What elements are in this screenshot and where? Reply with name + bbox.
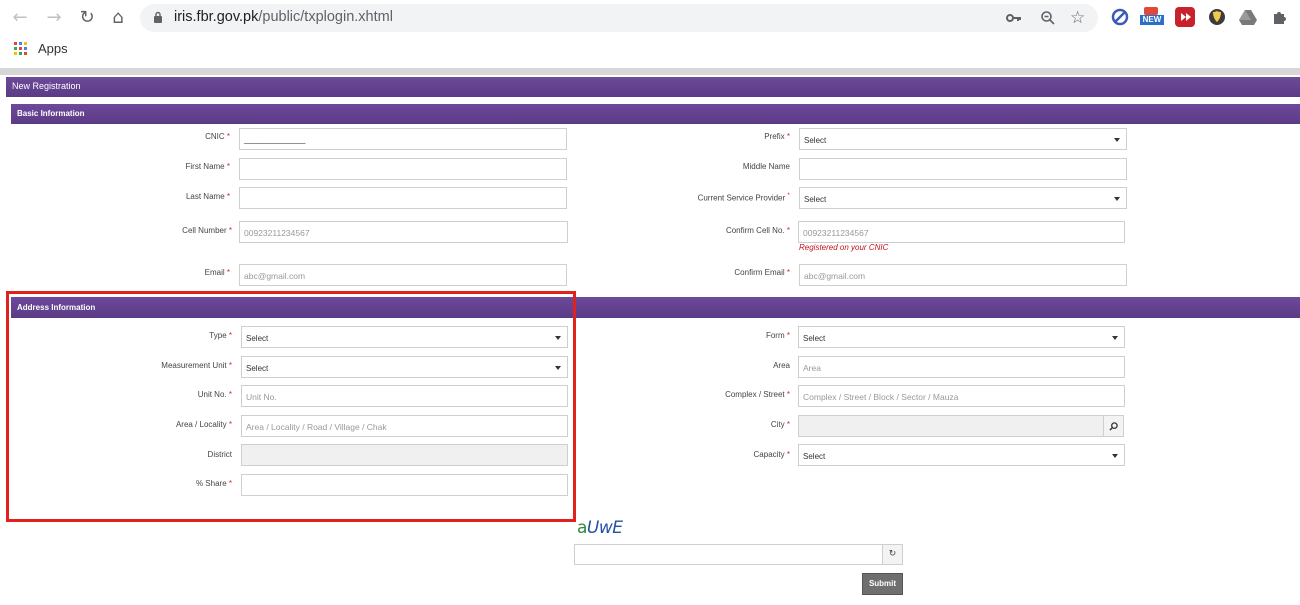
home-icon[interactable]: ⌂ (106, 6, 130, 30)
captcha-input[interactable] (574, 544, 883, 565)
prefix-select[interactable]: Select (799, 128, 1127, 150)
browser-chrome: ← → ↻ ⌂ iris.fbr.gov.pk/public/txplogin.… (0, 0, 1300, 68)
form-select[interactable]: Select (798, 326, 1125, 348)
chevron-down-icon (1112, 336, 1118, 340)
key-icon[interactable] (1006, 11, 1022, 30)
new-badge: NEW (1140, 15, 1164, 25)
service-provider-select[interactable]: Select (799, 187, 1127, 209)
apps-grid-icon (14, 42, 28, 61)
last-name-label: Last Name * (185, 192, 230, 201)
form-label: Form * (765, 331, 790, 340)
cnic-input[interactable]: _____________ (239, 128, 567, 150)
cnic-label: CNIC * (205, 132, 230, 141)
first-name-label: First Name * (185, 162, 230, 171)
chevron-down-icon (1114, 138, 1120, 142)
arrow-right-icon[interactable]: → (42, 6, 66, 30)
address-bar[interactable]: iris.fbr.gov.pk/public/txplogin.xhtml ☆ (140, 4, 1098, 32)
area-input[interactable]: Area (798, 356, 1125, 378)
city-search-button[interactable] (1103, 415, 1124, 437)
submit-button[interactable]: Submit (862, 573, 903, 595)
chrome-divider (0, 68, 1300, 75)
media-extension-icon[interactable] (1175, 7, 1195, 27)
confirm-cell-input[interactable]: 00923211234567 (798, 221, 1125, 243)
star-icon[interactable]: ☆ (1070, 8, 1085, 28)
capacity-select[interactable]: Select (798, 444, 1125, 466)
chevron-down-icon (1112, 454, 1118, 458)
confirm-cell-label: Confirm Cell No. * (725, 226, 790, 235)
cell-number-label: Cell Number * (182, 226, 232, 235)
captcha-refresh-button[interactable]: ↻ (882, 544, 903, 565)
url-domain: iris.fbr.gov.pk (174, 9, 259, 25)
service-provider-label: Current Service Provider * (697, 192, 790, 203)
refresh-icon: ↻ (888, 549, 897, 559)
city-label: City * (770, 420, 790, 429)
page-title-bar: New Registration (6, 77, 1300, 97)
basic-section-bar: Basic Information (11, 104, 1300, 124)
captcha-image: aUwE (577, 518, 623, 538)
zoom-out-icon[interactable] (1040, 10, 1056, 31)
search-icon (1109, 422, 1118, 431)
drive-extension-icon[interactable] (1238, 7, 1258, 27)
city-input[interactable] (798, 415, 1104, 437)
shield-extension-icon[interactable] (1207, 7, 1227, 27)
cnic-mask: _____________ (244, 134, 306, 144)
url-path: /public/txplogin.xhtml (258, 9, 393, 25)
email-label: Email * (204, 268, 230, 277)
puzzle-icon[interactable] (1270, 7, 1290, 27)
page-title: New Registration (12, 81, 81, 91)
middle-name-label: Middle Name (742, 162, 790, 171)
middle-name-input[interactable] (799, 158, 1127, 180)
last-name-input[interactable] (239, 187, 567, 209)
complex-street-label: Complex / Street * (725, 390, 790, 399)
confirm-email-label: Confirm Email * (734, 268, 790, 277)
url-text: iris.fbr.gov.pk/public/txplogin.xhtml (174, 9, 393, 25)
captcha-text: aUwE (577, 518, 623, 538)
confirm-email-input[interactable]: abc@gmail.com (799, 264, 1127, 286)
first-name-input[interactable] (239, 158, 567, 180)
reload-icon[interactable]: ↻ (75, 6, 99, 30)
complex-street-input[interactable]: Complex / Street / Block / Sector / Mauz… (798, 385, 1125, 407)
apps-label: Apps (38, 41, 68, 56)
area-label: Area (773, 361, 790, 370)
submit-label: Submit (868, 579, 897, 588)
email-input[interactable]: abc@gmail.com (239, 264, 567, 286)
basic-section-title: Basic Information (17, 109, 85, 118)
lock-icon[interactable] (153, 11, 163, 23)
prefix-label: Prefix * (764, 132, 790, 141)
block-extension-icon[interactable] (1110, 7, 1130, 27)
arrow-left-icon[interactable]: ← (8, 6, 32, 30)
cell-number-input[interactable]: 00923211234567 (239, 221, 568, 243)
capacity-label: Capacity * (753, 450, 790, 459)
cnic-registered-note: Registered on your CNIC (799, 243, 889, 252)
chevron-down-icon (1114, 197, 1120, 201)
highlight-box (6, 291, 576, 522)
new-extension-icon[interactable]: NEW (1140, 7, 1164, 27)
